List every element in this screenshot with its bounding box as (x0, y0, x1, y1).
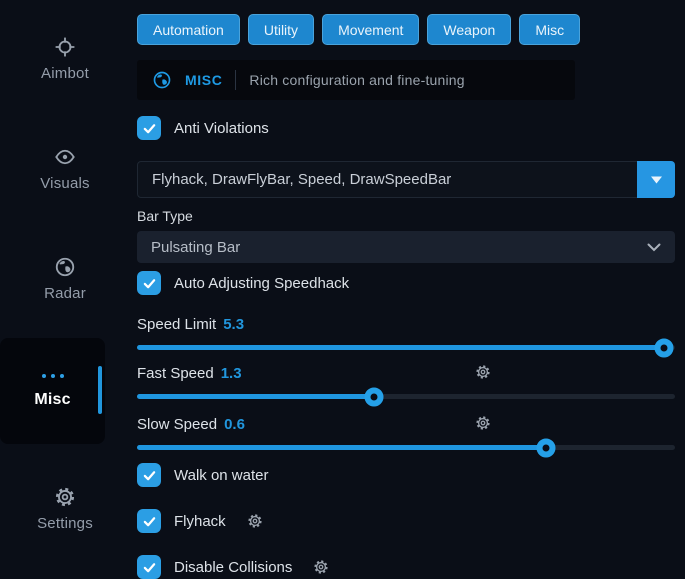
speed-limit-slider[interactable] (137, 345, 675, 350)
slider-fill (137, 394, 374, 399)
fast-speed-label-row: Fast Speed 1.3 (137, 364, 675, 382)
tab-movement[interactable]: Movement (322, 14, 419, 45)
active-indicator (98, 366, 102, 414)
anti-violations-label: Anti Violations (174, 120, 269, 137)
sidebar-item-label: Settings (37, 515, 93, 532)
slider-value: 0.6 (224, 416, 245, 433)
disable-collisions-label: Disable Collisions (174, 559, 292, 576)
slider-thumb[interactable] (364, 387, 383, 406)
walk-on-water-checkbox[interactable] (137, 463, 161, 487)
check-icon (143, 122, 156, 135)
divider (235, 70, 236, 90)
slider-value: 1.3 (221, 365, 242, 382)
dropdown-open-button[interactable] (637, 161, 675, 198)
check-icon (143, 469, 156, 482)
gear-icon[interactable] (475, 415, 491, 431)
sidebar-item-aimbot[interactable]: Aimbot (41, 36, 89, 82)
section-header: MISC Rich configuration and fine-tuning (137, 60, 575, 100)
slow-speed-label-row: Slow Speed 0.6 (137, 415, 675, 433)
globe-icon (54, 256, 76, 278)
slider-label: Fast Speed (137, 365, 214, 382)
slider-fill (137, 345, 664, 350)
check-icon (143, 277, 156, 290)
sidebar: Aimbot Visuals Radar Misc (0, 0, 130, 563)
gear-icon[interactable] (313, 559, 329, 575)
select-value: Pulsating Bar (151, 239, 240, 256)
gear-icon[interactable] (475, 364, 491, 380)
globe-icon (152, 70, 172, 90)
gear-icon (54, 486, 76, 508)
flyhack-checkbox[interactable] (137, 509, 161, 533)
sidebar-item-misc[interactable]: Misc (0, 338, 105, 444)
ellipsis-icon (42, 374, 64, 378)
auto-adjust-checkbox[interactable] (137, 271, 161, 295)
triangle-down-icon (651, 176, 662, 184)
section-title: MISC (185, 72, 222, 88)
fast-speed-slider[interactable] (137, 394, 675, 399)
tab-automation[interactable]: Automation (137, 14, 240, 45)
gear-icon[interactable] (247, 513, 263, 529)
auto-adjust-label: Auto Adjusting Speedhack (174, 275, 349, 292)
bar-type-select[interactable]: Pulsating Bar (137, 231, 675, 263)
anti-violations-row: Anti Violations (137, 116, 675, 140)
sidebar-item-visuals[interactable]: Visuals (40, 146, 89, 192)
bar-flags-multiselect[interactable]: Flyhack, DrawFlyBar, Speed, DrawSpeedBar (137, 161, 675, 198)
walk-on-water-label: Walk on water (174, 467, 268, 484)
sidebar-item-radar[interactable]: Radar (44, 256, 86, 302)
tab-bar: Automation Utility Movement Weapon Misc (137, 14, 675, 45)
flyhack-row: Flyhack (137, 509, 675, 533)
disable-collisions-row: Disable Collisions (137, 555, 675, 579)
slider-thumb[interactable] (655, 338, 674, 357)
crosshair-icon (54, 36, 76, 58)
chevron-down-icon (647, 243, 661, 252)
walk-on-water-row: Walk on water (137, 463, 675, 487)
content-panel: Automation Utility Movement Weapon Misc … (130, 0, 685, 563)
bar-type-label: Bar Type (137, 208, 675, 224)
auto-adjust-row: Auto Adjusting Speedhack (137, 271, 675, 295)
sidebar-item-label: Aimbot (41, 65, 89, 82)
check-icon (143, 561, 156, 574)
flyhack-label: Flyhack (174, 513, 226, 530)
check-icon (143, 515, 156, 528)
sidebar-item-label: Visuals (40, 175, 89, 192)
sidebar-item-settings[interactable]: Settings (37, 486, 93, 532)
slider-fill (137, 445, 546, 450)
eye-icon (54, 146, 76, 168)
slider-label: Speed Limit (137, 316, 216, 333)
multiselect-value: Flyhack, DrawFlyBar, Speed, DrawSpeedBar (152, 171, 451, 188)
section-subtitle: Rich configuration and fine-tuning (249, 72, 464, 88)
slider-label: Slow Speed (137, 416, 217, 433)
speed-limit-label-row: Speed Limit 5.3 (137, 315, 675, 333)
anti-violations-checkbox[interactable] (137, 116, 161, 140)
tab-weapon[interactable]: Weapon (427, 14, 511, 45)
tab-misc[interactable]: Misc (519, 14, 580, 45)
slow-speed-slider[interactable] (137, 445, 675, 450)
slider-thumb[interactable] (536, 438, 555, 457)
sidebar-item-label: Radar (44, 285, 86, 302)
slider-value: 5.3 (223, 316, 244, 333)
sidebar-item-label: Misc (34, 391, 70, 409)
disable-collisions-checkbox[interactable] (137, 555, 161, 579)
tab-utility[interactable]: Utility (248, 14, 314, 45)
